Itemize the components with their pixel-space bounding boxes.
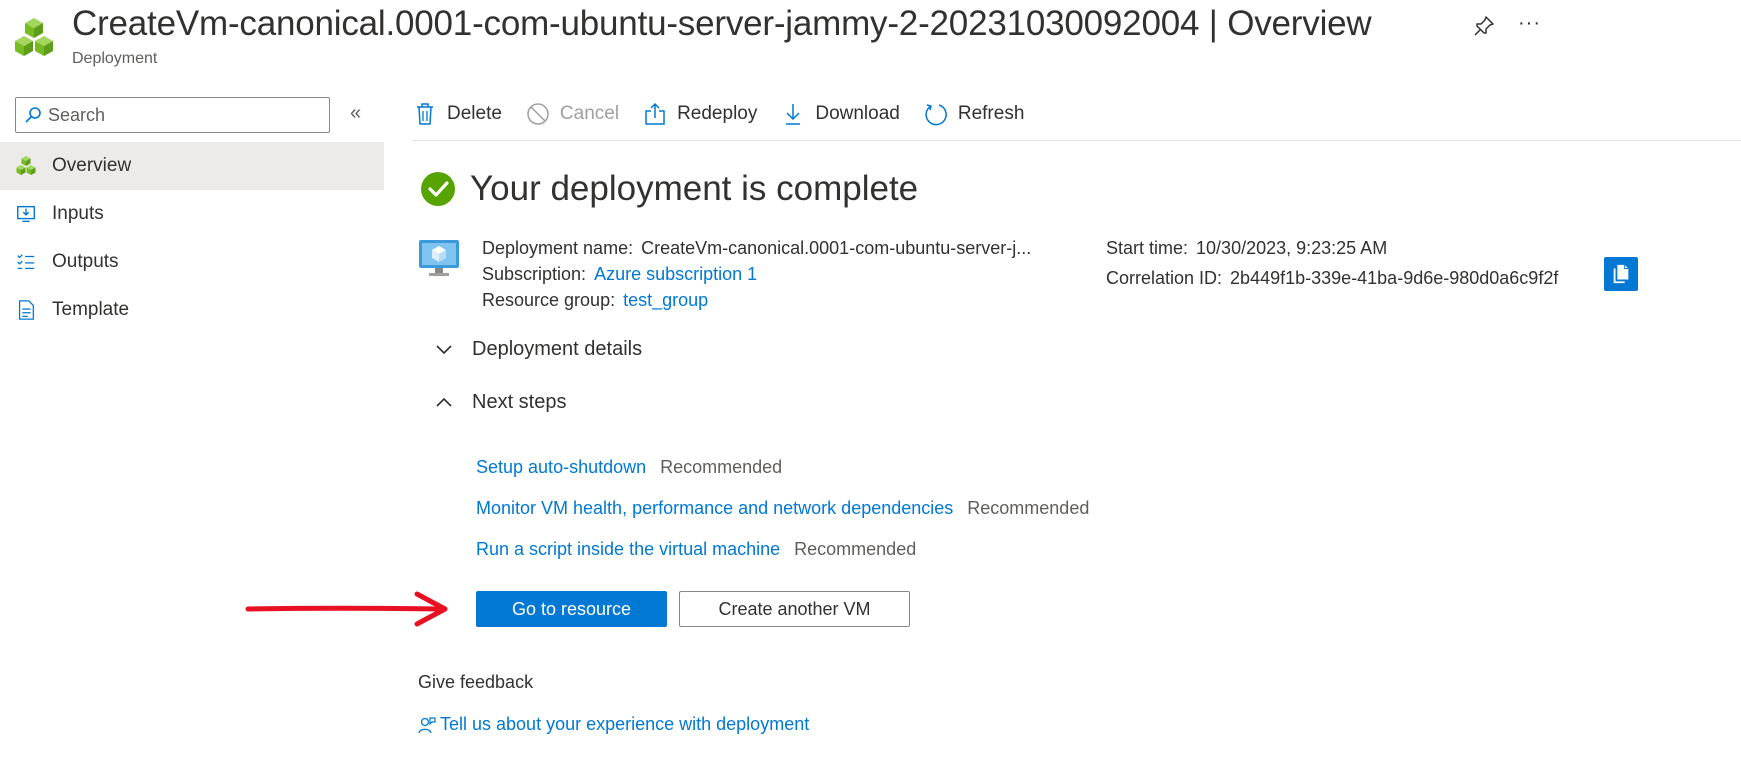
deployment-status: Your deployment is complete [420, 169, 918, 209]
page-header: CreateVm-canonical.0001-com-ubuntu-serve… [0, 0, 1741, 80]
sidebar-item-inputs[interactable]: Inputs [0, 190, 384, 238]
resource-group-label: Resource group: [482, 290, 616, 310]
pin-icon[interactable] [1472, 14, 1496, 38]
refresh-label: Refresh [957, 103, 1025, 124]
deployment-info-left: Deployment name: CreateVm-canonical.0001-… [482, 235, 1031, 313]
create-another-vm-button[interactable]: Create another VM [679, 591, 910, 627]
more-options-icon[interactable]: ··· [1518, 12, 1541, 35]
deployment-details-label: Deployment details [472, 338, 643, 360]
sidebar-item-template[interactable]: Template [0, 286, 384, 334]
correlation-id-row: Correlation ID: 2b449f1b-339e-41ba-9d6e-9… [1106, 265, 1558, 291]
copy-correlation-id-button[interactable] [1604, 257, 1638, 291]
sidebar: « Overview [0, 88, 384, 774]
start-time-value: 10/30/2023, 9:23:25 AM [1196, 238, 1388, 258]
delete-button[interactable]: Delete [413, 94, 502, 134]
start-time-label: Start time: [1106, 238, 1189, 258]
next-steps-label: Next steps [472, 391, 567, 413]
search-field[interactable] [15, 97, 330, 133]
recommended-tag: Recommended [967, 498, 1090, 518]
deployment-name-value: CreateVm-canonical.0001-com-ubuntu-serve… [641, 238, 1032, 258]
refresh-icon [925, 104, 947, 126]
monitor-vm-health-link[interactable]: Monitor VM health, performance and netwo… [476, 498, 953, 518]
sidebar-item-outputs[interactable]: Outputs [0, 238, 384, 286]
page-title: CreateVm-canonical.0001-com-ubuntu-serve… [72, 4, 1372, 44]
cancel-button[interactable]: Cancel [526, 94, 619, 134]
subscription-link[interactable]: Azure subscription 1 [594, 264, 757, 284]
sidebar-item-label: Inputs [52, 203, 104, 224]
setup-auto-shutdown-link[interactable]: Setup auto-shutdown [476, 457, 646, 477]
command-bar: Delete Cancel Redeploy Download Refresh [413, 88, 1741, 141]
sidebar-item-label: Overview [52, 155, 132, 176]
deployment-cubes-icon [14, 154, 38, 178]
run-script-link[interactable]: Run a script inside the virtual machine [476, 539, 780, 559]
delete-label: Delete [447, 103, 502, 124]
chevron-down-icon [436, 344, 452, 354]
redeploy-button[interactable]: Redeploy [643, 94, 757, 134]
feedback-link-label: Tell us about your experience with deplo… [440, 714, 810, 734]
collapse-sidebar-button[interactable]: « [350, 102, 370, 126]
sidebar-nav: Overview Inputs Outputs Template [0, 142, 384, 334]
start-time-row: Start time: 10/30/2023, 9:23:25 AM [1106, 235, 1558, 261]
resource-group-link[interactable]: test_group [623, 290, 708, 310]
subscription-label: Subscription: [482, 264, 587, 284]
template-icon [14, 298, 38, 322]
page-subtitle: Deployment [72, 50, 158, 67]
deployment-name-label: Deployment name: [482, 238, 634, 258]
cancel-circle-icon [527, 103, 549, 125]
sidebar-item-label: Template [52, 299, 130, 320]
deployment-details-toggle[interactable]: Deployment details [434, 338, 642, 361]
download-button[interactable]: Download [781, 94, 900, 134]
virtual-machine-icon [419, 240, 459, 276]
download-icon [786, 104, 801, 125]
deployment-cubes-icon [15, 18, 53, 56]
trash-icon [417, 103, 433, 125]
copy-icon [1613, 264, 1629, 284]
refresh-button[interactable]: Refresh [924, 94, 1025, 134]
sidebar-item-label: Outputs [52, 251, 119, 272]
redeploy-label: Redeploy [677, 103, 758, 124]
correlation-id-value: 2b449f1b-339e-41ba-9d6e-980d0a6c9f2f [1230, 268, 1559, 288]
cancel-label: Cancel [559, 103, 620, 124]
search-icon [25, 107, 41, 123]
download-label: Download [815, 103, 900, 124]
deployment-title: CreateVm-canonical.0001-com-ubuntu-serve… [72, 4, 1200, 43]
outputs-icon [14, 250, 38, 274]
next-step-item: Monitor VM health, performance and netwo… [476, 498, 1089, 519]
success-check-icon [421, 172, 455, 206]
deployment-info-right: Start time: 10/30/2023, 9:23:25 AM Correl… [1106, 235, 1558, 291]
sidebar-item-overview[interactable]: Overview [0, 142, 384, 190]
correlation-id-label: Correlation ID: [1106, 268, 1223, 288]
next-steps-toggle[interactable]: Next steps [434, 391, 566, 414]
upload-icon [645, 102, 665, 125]
search-input[interactable] [48, 104, 318, 126]
feedback-person-icon [418, 716, 436, 733]
deployment-name-row: Deployment name: CreateVm-canonical.0001-… [482, 235, 1031, 261]
blade-name: Overview [1227, 4, 1372, 43]
annotation-arrow [245, 591, 448, 627]
chevron-up-icon [436, 397, 452, 407]
feedback-link[interactable]: Tell us about your experience with deplo… [418, 714, 809, 735]
status-title: Your deployment is complete [470, 169, 919, 208]
give-feedback-heading: Give feedback [418, 672, 534, 692]
inputs-icon [14, 202, 38, 226]
recommended-tag: Recommended [794, 539, 917, 559]
recommended-tag: Recommended [660, 457, 783, 477]
title-separator: | [1208, 4, 1218, 43]
next-step-item: Run a script inside the virtual machine R… [476, 539, 916, 560]
go-to-resource-button[interactable]: Go to resource [476, 591, 667, 627]
main-content: Your deployment is complete Deployment n… [413, 141, 1741, 774]
subscription-row: Subscription: Azure subscription 1 [482, 261, 1031, 287]
next-step-item: Setup auto-shutdown Recommended [476, 457, 782, 478]
resource-group-row: Resource group: test_group [482, 287, 1031, 313]
